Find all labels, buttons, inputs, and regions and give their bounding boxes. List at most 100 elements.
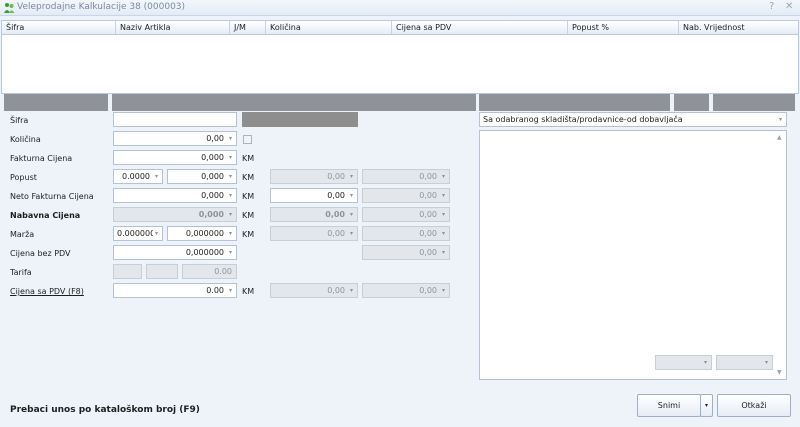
dropdown-arrow-icon: ▾: [441, 211, 445, 218]
marza-percent-value: 0.000000: [117, 229, 156, 238]
fakturna-value: 0,000: [201, 153, 224, 162]
marza-label: Marža: [10, 230, 35, 239]
bez-pdv-extra-field: 0,00 ▾: [362, 245, 450, 260]
popust-percent-input[interactable]: 0.0000 ▾: [113, 169, 163, 184]
help-button[interactable]: ?: [769, 1, 774, 12]
field-value: 0,00: [327, 172, 345, 181]
popust-amount-value: 0,000: [201, 172, 224, 181]
column-header-popust[interactable]: Popust %: [568, 21, 679, 34]
kolicina-input[interactable]: 0,00 ▾: [113, 131, 237, 146]
currency-label: KM: [242, 192, 255, 201]
field-value: 0,00: [419, 210, 437, 219]
field-value: 0,00: [419, 229, 437, 238]
items-grid-body[interactable]: [1, 35, 799, 94]
tarifa-label: Tarifa: [10, 268, 32, 277]
app-icon: [4, 3, 15, 13]
column-header-kolicina[interactable]: Količina: [266, 21, 392, 34]
column-header-naziv[interactable]: Naziv Artikla: [116, 21, 230, 34]
dropdown-arrow-icon[interactable]: ▾: [227, 249, 234, 256]
column-header-cijena-sa-pdv[interactable]: Cijena sa PDV: [392, 21, 568, 34]
column-header-jm[interactable]: J/M: [230, 21, 266, 34]
currency-label: KM: [242, 287, 255, 296]
fakturna-label: Fakturna Cijena: [10, 154, 73, 163]
window-title: Veleprodajne Kalkulacije 38 (000003): [17, 2, 186, 12]
kolicina-label: Količina: [10, 135, 41, 144]
title-bar: Veleprodajne Kalkulacije 38 (000003) ? ✕: [0, 0, 800, 16]
tarifa-code-field: [113, 264, 142, 279]
store-filter-select-2: ▾: [716, 355, 773, 370]
popust-extra-field-2: 0,00 ▾: [362, 169, 450, 184]
scroll-down-icon[interactable]: ▼: [777, 369, 782, 376]
currency-label: KM: [242, 173, 255, 182]
neto-extra-field-2: 0,00 ▾: [362, 188, 450, 203]
sifra-lookup-display: [242, 112, 358, 127]
neto-extra-input[interactable]: 0,00 ▾: [270, 188, 358, 203]
marza-percent-input[interactable]: 0.000000 ▾: [113, 226, 163, 241]
separator-bar-segment: [4, 94, 108, 111]
marza-amount-value: 0,000000: [185, 229, 224, 238]
dropdown-arrow-icon: ▾: [441, 192, 445, 199]
neto-input[interactable]: 0,000 ▾: [113, 188, 237, 203]
separator-bar-segment: [713, 94, 795, 111]
sifra-input[interactable]: [113, 112, 237, 127]
column-header-sifra[interactable]: Šifra: [2, 21, 116, 34]
dropdown-arrow-icon[interactable]: ▾: [227, 230, 234, 237]
close-button[interactable]: ✕: [785, 1, 793, 12]
dropdown-arrow-icon: ▾: [441, 230, 445, 237]
dropdown-arrow-icon: ▾: [349, 230, 353, 237]
scroll-up-icon[interactable]: ▲: [777, 134, 782, 141]
sa-pdv-extra-field-2: 0,00 ▾: [362, 283, 450, 298]
field-value: 0,00: [419, 248, 437, 257]
dropdown-arrow-icon[interactable]: ▾: [153, 230, 160, 237]
sa-pdv-label[interactable]: Cijena sa PDV (F8): [10, 287, 84, 296]
dropdown-arrow-icon[interactable]: ▾: [777, 116, 784, 123]
dropdown-arrow-icon[interactable]: ▾: [227, 173, 234, 180]
store-source-select[interactable]: Sa odabranog skladišta/prodavnice-od dob…: [479, 112, 787, 127]
kolicina-checkbox[interactable]: [243, 135, 252, 144]
nabavna-label: Nabavna Cijena: [10, 211, 81, 220]
dropdown-arrow-icon[interactable]: ▾: [153, 173, 160, 180]
marza-extra-field-2: 0,00 ▾: [362, 226, 450, 241]
dropdown-arrow-icon: ▾: [349, 287, 353, 294]
neto-label: Neto Fakturna Cijena: [10, 192, 94, 201]
field-value: 0,00: [419, 191, 437, 200]
store-source-value: Sa odabranog skladišta/prodavnice-od dob…: [483, 115, 683, 124]
popust-amount-input[interactable]: 0,000 ▾: [167, 169, 237, 184]
bez-pdv-value: 0,000000: [185, 248, 224, 257]
dropdown-arrow-icon[interactable]: ▾: [227, 154, 234, 161]
bez-pdv-input[interactable]: 0,000000 ▾: [113, 245, 237, 260]
save-options-dropdown[interactable]: ▾: [700, 394, 713, 417]
popust-percent-value: 0.0000: [122, 172, 150, 181]
dropdown-arrow-icon[interactable]: ▾: [227, 287, 234, 294]
dropdown-arrow-icon[interactable]: ▾: [227, 135, 234, 142]
popust-extra-field-1: 0,00 ▾: [270, 169, 358, 184]
dropdown-arrow-icon[interactable]: ▾: [227, 192, 234, 199]
nabavna-value: 0,000: [198, 210, 224, 219]
tarifa-name-field: [146, 264, 178, 279]
vertical-scrollbar[interactable]: ▲ ▼: [776, 131, 786, 379]
separator-bar-segment: [112, 94, 476, 111]
store-list-panel[interactable]: ▲ ▼ ▾ ▾: [479, 130, 787, 380]
tarifa-value: 0.00: [214, 267, 232, 276]
nabavna-extra-field-2: 0,00 ▾: [362, 207, 450, 222]
fakturna-input[interactable]: 0,000 ▾: [113, 150, 237, 165]
marza-amount-input[interactable]: 0,000000 ▾: [167, 226, 237, 241]
column-header-nab-vrijednost[interactable]: Nab. Vrijednost: [679, 21, 798, 34]
catalog-entry-link[interactable]: Prebaci unos po kataloškom broj (F9): [10, 405, 200, 415]
separator-bar-segment: [479, 94, 670, 111]
sa-pdv-input[interactable]: 0.00 ▾: [113, 283, 237, 298]
cancel-button[interactable]: Otkaži: [717, 394, 791, 417]
currency-label: KM: [242, 211, 255, 220]
dropdown-arrow-icon: ▾: [349, 173, 353, 180]
field-value: 0,00: [327, 286, 345, 295]
dropdown-arrow-icon[interactable]: ▾: [348, 192, 355, 199]
currency-label: KM: [242, 230, 255, 239]
dropdown-arrow-icon: ▾: [441, 173, 445, 180]
dropdown-arrow-icon: ▾: [228, 211, 232, 218]
sifra-label: Šifra: [10, 116, 29, 125]
nabavna-extra-field-1: 0,00 ▾: [270, 207, 358, 222]
kolicina-value: 0,00: [206, 134, 224, 143]
save-button[interactable]: Snimi: [637, 394, 701, 417]
field-value: 0,00: [327, 229, 345, 238]
field-value: 0,00: [419, 286, 437, 295]
